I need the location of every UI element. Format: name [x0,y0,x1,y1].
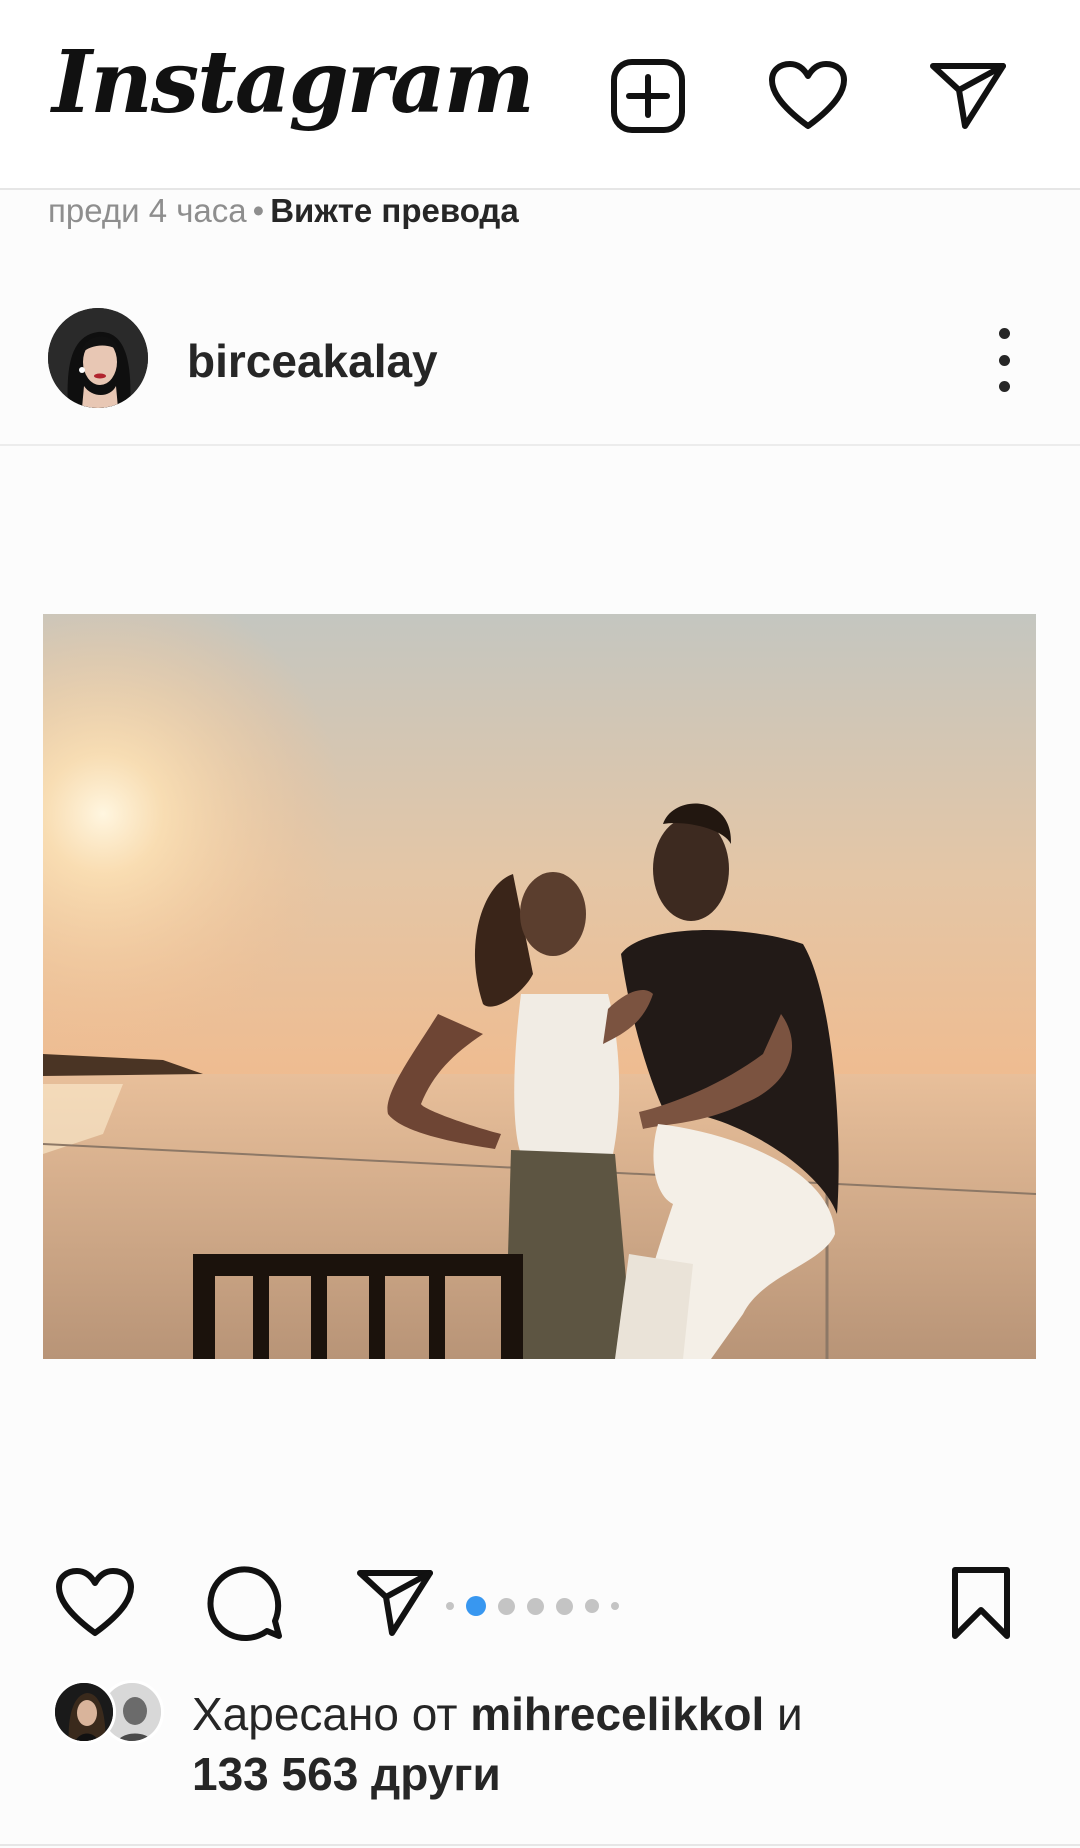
sunset-couple-photo [43,614,1036,1359]
comment-button[interactable] [202,1560,288,1646]
liker-username[interactable]: mihrecelikkol [470,1688,764,1740]
carousel-dot [556,1597,573,1615]
direct-messages-button[interactable] [926,54,1010,138]
post-image[interactable] [43,614,1036,1359]
divider [0,444,1080,446]
save-button[interactable] [938,1560,1024,1646]
see-translation-link[interactable]: Вижте превода [270,192,519,229]
paper-plane-icon [930,63,1006,129]
liker-avatar[interactable] [52,1680,116,1744]
heart-icon [56,1568,134,1636]
plus-square-icon [611,59,685,133]
top-bar: Instagram [0,0,1080,190]
divider [0,1844,1080,1846]
comment-icon [207,1566,282,1642]
likes-connector: и [764,1688,803,1740]
profile-photo [48,308,148,408]
more-options-button[interactable] [980,328,1028,392]
bookmark-icon [952,1567,1010,1639]
avatar[interactable] [48,308,148,408]
likes-prefix: Харесано от [192,1688,471,1740]
likes-count[interactable]: 133 563 други [192,1748,501,1800]
carousel-dot [611,1602,619,1610]
carousel-dot [498,1597,515,1615]
heart-icon [769,61,847,129]
carousel-indicator [446,1594,619,1618]
likes-summary: Харесано от mihrecelikkol и 133 563 други [0,1680,1080,1820]
post-header: birceakalay [0,300,1080,444]
carousel-dot [446,1602,454,1610]
activity-button[interactable] [766,54,850,138]
create-post-button[interactable] [606,54,690,138]
instagram-logo[interactable]: Instagram [52,40,535,126]
separator: • [252,192,265,229]
timestamp: преди 4 часа [48,192,247,229]
liker-photo [55,1683,113,1741]
carousel-dot-active [466,1596,486,1616]
post-username[interactable]: birceakalay [187,334,438,388]
carousel-dot [585,1599,599,1613]
like-button[interactable] [52,1560,138,1646]
post-actions [0,1550,1080,1660]
paper-plane-icon [357,1570,433,1636]
more-vertical-icon [998,328,1010,339]
likes-text: Харесано от mihrecelikkol и 133 563 други [192,1684,1052,1804]
share-button[interactable] [352,1560,438,1646]
carousel-dot [527,1597,544,1615]
previous-post-meta: преди 4 часа • Вижте превода [48,192,519,230]
